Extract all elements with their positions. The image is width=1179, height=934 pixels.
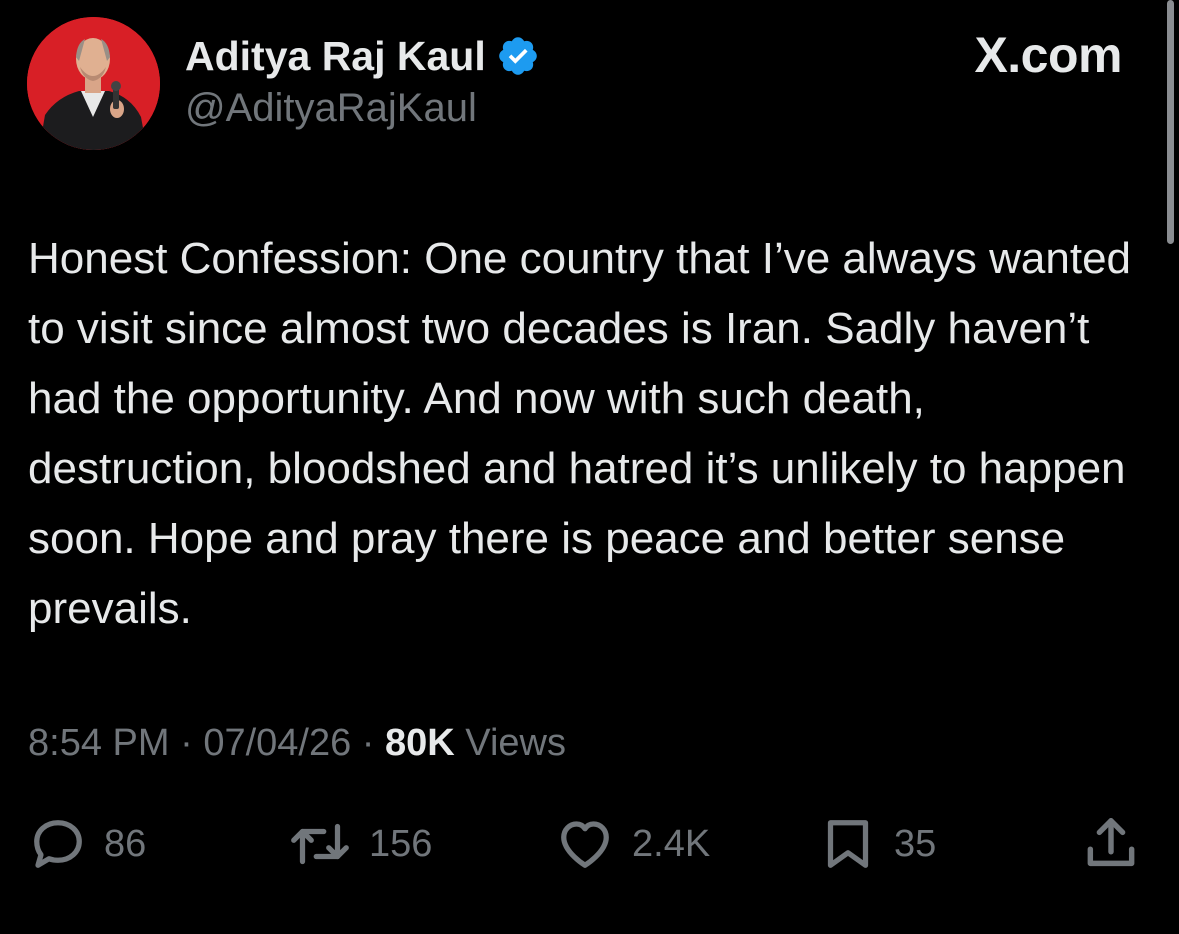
tweet-time[interactable]: 8:54 PM — [28, 722, 170, 764]
share-button[interactable] — [1080, 808, 1142, 880]
share-icon — [1080, 813, 1142, 875]
bookmark-count: 35 — [894, 822, 937, 865]
bookmark-button[interactable]: 35 — [818, 808, 936, 880]
tweet-meta: 8:54 PM · 07/04/26 · 80K Views — [28, 716, 566, 770]
reply-icon — [28, 814, 88, 874]
like-count: 2.4K — [632, 822, 711, 865]
author-name-row: Aditya Raj Kaul — [185, 28, 540, 84]
reply-count: 86 — [104, 822, 147, 865]
tweet-date[interactable]: 07/04/26 — [203, 722, 351, 764]
like-button[interactable]: 2.4K — [554, 808, 710, 880]
reply-button[interactable]: 86 — [28, 808, 146, 880]
meta-separator: · — [169, 722, 204, 764]
scrollbar-thumb[interactable] — [1167, 0, 1174, 244]
repost-icon — [287, 814, 353, 874]
heart-icon — [554, 814, 616, 874]
author-handle[interactable]: @AdityaRajKaul — [185, 86, 477, 131]
views-label: Views — [454, 722, 566, 764]
author-display-name[interactable]: Aditya Raj Kaul — [185, 33, 486, 80]
repost-button[interactable]: 156 — [287, 808, 432, 880]
repost-count: 156 — [369, 822, 433, 865]
brand-watermark: X.com — [974, 27, 1122, 83]
avatar-image — [27, 17, 160, 150]
views-count[interactable]: 80K — [385, 722, 455, 764]
author-avatar[interactable] — [27, 17, 160, 150]
action-bar: 86 156 2.4K 35 — [0, 808, 1179, 880]
verified-badge-icon[interactable] — [496, 34, 540, 78]
meta-separator-2: · — [351, 722, 386, 764]
bookmark-icon — [818, 814, 878, 874]
tweet-text: Honest Confession: One country that I’ve… — [28, 234, 1132, 633]
